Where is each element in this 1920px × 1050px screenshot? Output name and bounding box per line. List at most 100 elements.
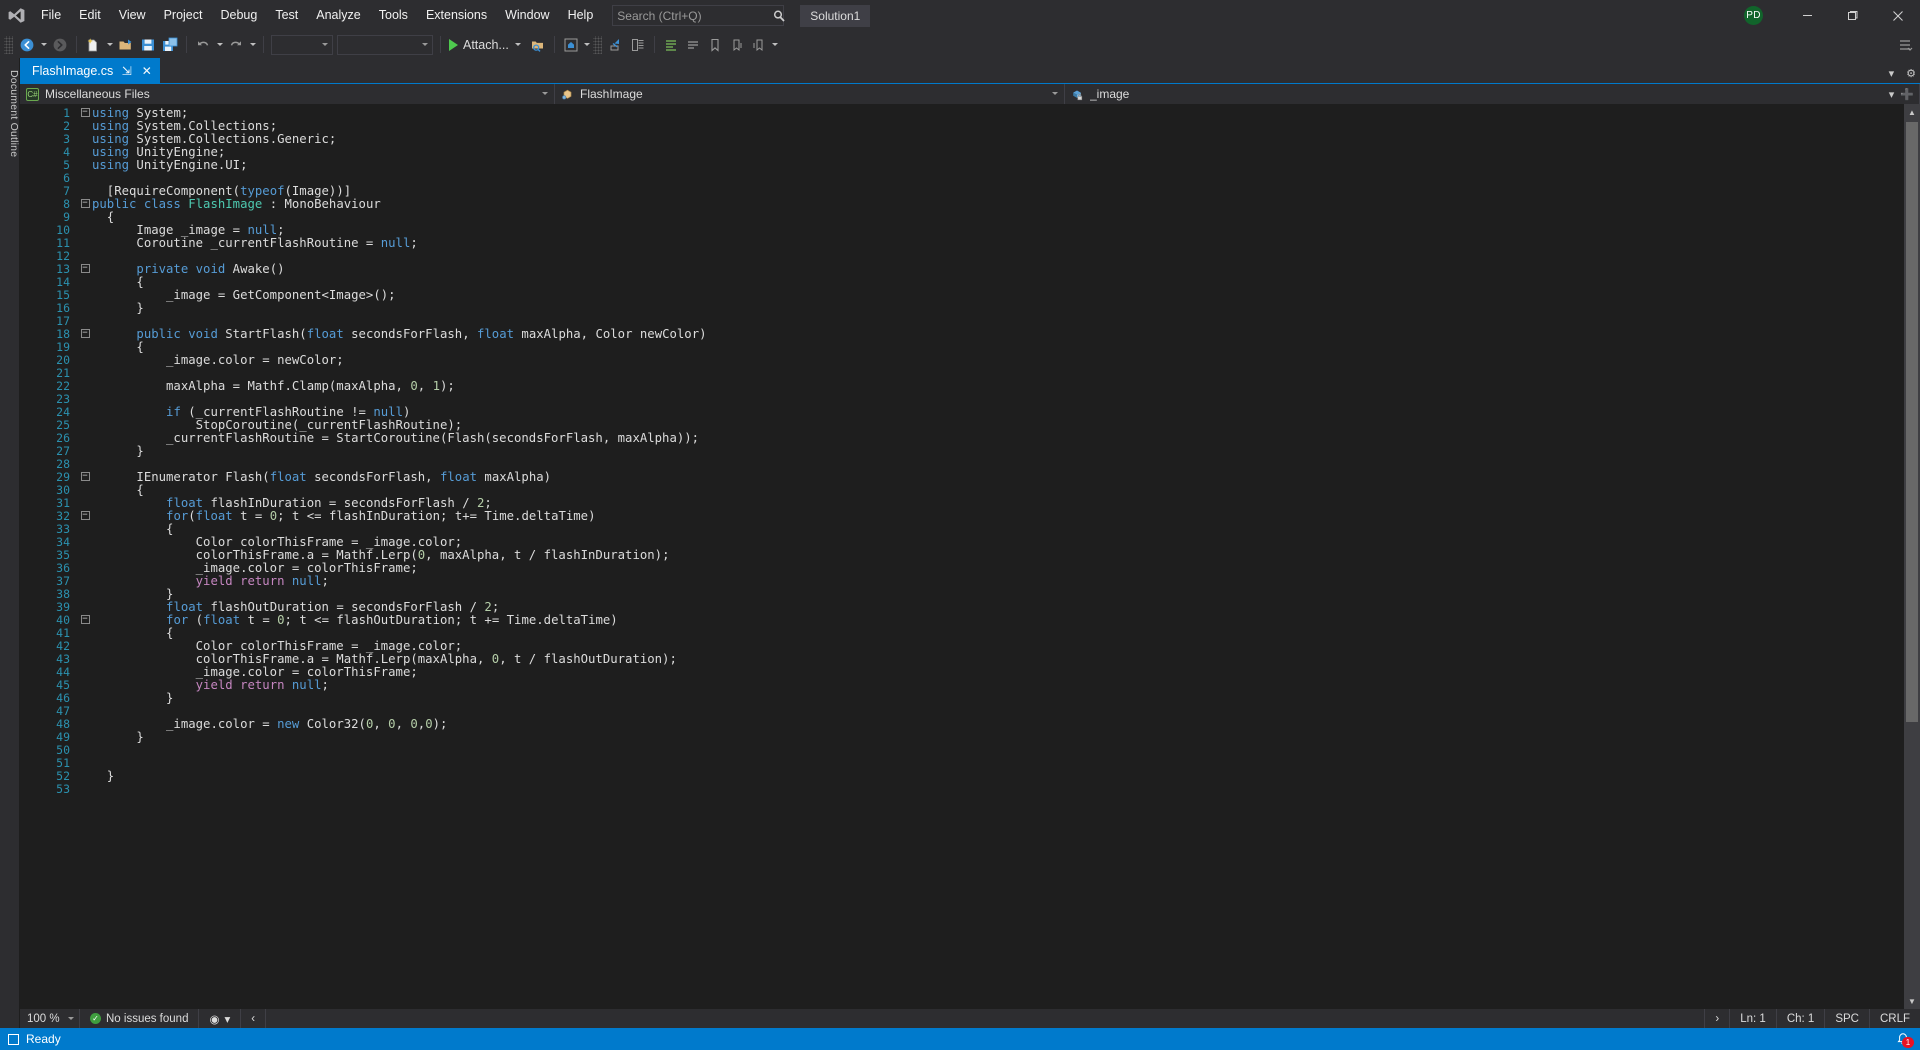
code-line[interactable]: 26 _currentFlashRoutine = StartCoroutine… [20,432,1904,445]
code-line[interactable]: 3 using System.Collections.Generic; [20,133,1904,146]
new-project-icon[interactable] [82,34,104,56]
solution-explorer-icon[interactable] [627,34,649,56]
attach-dropdown-icon[interactable] [513,34,524,56]
menu-file[interactable]: File [32,0,70,31]
tab-settings-icon[interactable]: ⚙ [1906,67,1916,80]
toolbox-icon[interactable] [660,34,682,56]
menu-test[interactable]: Test [266,0,307,31]
solution-platform-combo[interactable] [337,34,433,55]
code-line[interactable]: 52 } [20,770,1904,783]
code-editor[interactable]: 1− using System; 2 using System.Collections… [20,104,1904,1009]
navbar-collapse-icon[interactable]: ▾ [1889,88,1895,101]
editor-next-arrow[interactable]: › [1704,1009,1729,1028]
navigate-backward-icon[interactable] [16,34,38,56]
maximize-button[interactable] [1830,0,1875,31]
menu-analyze[interactable]: Analyze [307,0,369,31]
tab-list-dropdown-icon[interactable]: ▾ [1889,67,1895,80]
notifications-button[interactable]: 1 [1886,1028,1920,1050]
navbar-type-dropdown[interactable]: FlashImage [555,84,1065,104]
menu-window[interactable]: Window [496,0,558,31]
code-line[interactable]: 50 [20,744,1904,757]
code-line[interactable]: 18− public void StartFlash(float seconds… [20,328,1904,341]
scroll-up-icon[interactable]: ▲ [1904,104,1920,120]
undo-icon[interactable] [192,34,214,56]
toolbar-grip-2[interactable] [592,35,602,54]
toolbar-grip[interactable] [4,35,13,54]
attach-button[interactable]: Attach... [446,34,527,56]
code-lens-dropdown-icon[interactable]: ▾ [225,1012,231,1026]
live-share-dropdown-icon[interactable] [582,34,593,56]
zoom-level-dropdown[interactable]: 100 % [20,1009,80,1028]
redo-icon[interactable] [225,34,247,56]
navbar-member-dropdown[interactable]: _image [1065,84,1920,104]
tab-flashimage-cs[interactable]: FlashImage.cs ⇲ ✕ [20,58,161,83]
toolbar-overflow-icon[interactable] [770,34,781,56]
fold-collapse-icon[interactable]: − [78,328,92,341]
code-line[interactable]: 20 _image.color = newColor; [20,354,1904,367]
editor-nav-controls[interactable]: ◉ ▾ [199,1009,242,1028]
bookmark-icon[interactable] [704,34,726,56]
search-input[interactable] [617,8,773,23]
issues-indicator[interactable]: ✓ No issues found [80,1009,200,1028]
code-line[interactable]: 27 } [20,445,1904,458]
fold-collapse-icon[interactable]: − [78,471,92,484]
code-line[interactable]: 13− private void Awake() [20,263,1904,276]
menu-tools[interactable]: Tools [370,0,417,31]
code-line[interactable]: 45 yield return null; [20,679,1904,692]
code-line[interactable]: 9 { [20,211,1904,224]
next-bookmark-icon[interactable] [726,34,748,56]
code-line[interactable]: 8− public class FlashImage : MonoBehaviou… [20,198,1904,211]
code-line[interactable]: 37 yield return null; [20,575,1904,588]
user-avatar[interactable]: PD [1744,6,1763,25]
code-line[interactable]: 29− IEnumerator Flash(float secondsForFl… [20,471,1904,484]
editor-prev-arrow[interactable]: ‹ [241,1009,267,1028]
code-line[interactable]: 4 using UnityEngine; [20,146,1904,159]
code-line[interactable]: 22 maxAlpha = Mathf.Clamp(maxAlpha, 0, 1… [20,380,1904,393]
menu-help[interactable]: Help [559,0,603,31]
menu-edit[interactable]: Edit [70,0,110,31]
solution-name-chip[interactable]: Solution1 [800,4,871,27]
undo-dropdown-icon[interactable] [214,34,225,56]
redo-dropdown-icon[interactable] [247,34,258,56]
code-line[interactable]: 49 } [20,731,1904,744]
close-icon[interactable]: ✕ [140,64,153,78]
navigate-backward-dropdown-icon[interactable] [38,34,49,56]
code-line[interactable]: 46 } [20,692,1904,705]
close-button[interactable] [1875,0,1920,31]
pin-icon[interactable]: ⇲ [120,64,133,78]
save-all-icon[interactable] [159,34,181,56]
navbar-add-icon[interactable]: ➕ [1900,88,1914,101]
menu-project[interactable]: Project [155,0,212,31]
code-line[interactable]: 48 _image.color = new Color32(0, 0, 0,0)… [20,718,1904,731]
code-line[interactable]: 15 _image = GetComponent<Image>(); [20,289,1904,302]
code-line[interactable]: 40− for (float t = 0; t <= flashOutDurat… [20,614,1904,627]
live-share-icon[interactable] [560,34,582,56]
editor-vertical-scrollbar[interactable]: ▲ ▼ [1904,104,1920,1009]
fold-collapse-icon[interactable]: − [78,510,92,523]
scroll-down-icon[interactable]: ▼ [1904,993,1920,1009]
navbar-project-dropdown[interactable]: C# Miscellaneous Files [20,84,555,104]
open-file-icon[interactable] [115,34,137,56]
document-outline-rail[interactable]: Document Outline [0,58,20,1028]
menu-view[interactable]: View [110,0,155,31]
code-line[interactable]: 11 Coroutine _currentFlashRoutine = null… [20,237,1904,250]
vertical-scroll-thumb[interactable] [1906,122,1918,722]
menu-debug[interactable]: Debug [211,0,266,31]
toolbar-options-icon[interactable] [1894,34,1916,56]
properties-icon[interactable] [682,34,704,56]
code-line[interactable]: 12 [20,250,1904,263]
preview-selected-items-icon[interactable] [605,34,627,56]
solution-configuration-combo[interactable] [271,34,333,55]
save-icon[interactable] [137,34,159,56]
code-line[interactable]: 53 [20,783,1904,796]
navigate-forward-icon[interactable] [49,34,71,56]
code-line[interactable]: 1− using System; [20,107,1904,120]
code-line[interactable]: 16 } [20,302,1904,315]
fold-collapse-icon[interactable]: − [78,614,92,627]
new-project-dropdown-icon[interactable] [104,34,115,56]
search-box[interactable] [612,5,785,26]
code-line[interactable]: 32− for(float t = 0; t <= flashInDuratio… [20,510,1904,523]
code-line[interactable]: 51 [20,757,1904,770]
previous-bookmark-icon[interactable] [748,34,770,56]
hot-reload-icon[interactable] [527,34,549,56]
